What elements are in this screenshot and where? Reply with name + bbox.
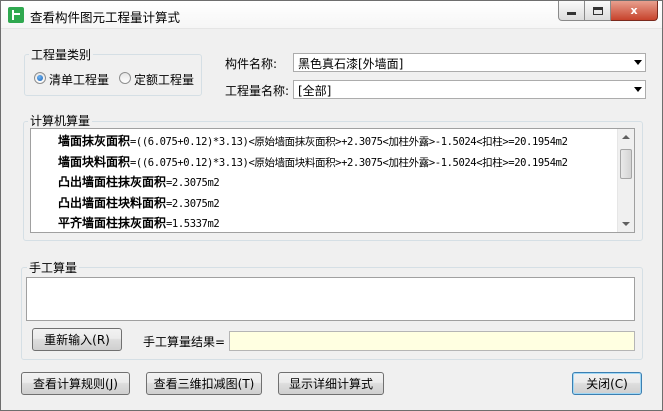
calc-line-formula: =2.3075m2 xyxy=(166,177,220,189)
view-3d-deduction-button[interactable]: 查看三维扣减图(T) xyxy=(146,372,262,395)
minimize-icon xyxy=(567,12,576,15)
component-name-select[interactable]: 黑色真石漆[外墙面] xyxy=(293,53,646,72)
maximize-icon xyxy=(592,6,603,15)
dialog-window: 查看构件图元工程量计算式 x 工程量类别 清单工程量 定额工程量 构件名称: 黑… xyxy=(0,0,663,411)
vertical-scrollbar[interactable] xyxy=(617,129,634,232)
quantity-name-select[interactable]: [全部] xyxy=(293,80,646,99)
manual-result-label: 手工算量结果= xyxy=(143,335,226,349)
calc-line: 平齐墙面柱抹灰面积=1.5337m2 xyxy=(58,213,618,232)
calc-line-name: 凸出墙面柱块料面积 xyxy=(58,195,167,210)
reinput-button[interactable]: 重新输入(R) xyxy=(32,328,122,351)
calc-line: 墙面块料面积=((6.075+0.12)*3.13)<原始墙面块料面积>+2.3… xyxy=(58,152,618,173)
manual-calc-group-label: 手工算量 xyxy=(27,259,80,276)
chevron-down-icon xyxy=(634,60,642,65)
window-title: 查看构件图元工程量计算式 xyxy=(30,10,181,25)
calc-line-formula: =2.3075m2 xyxy=(166,197,220,210)
component-name-value: 黑色真石漆[外墙面] xyxy=(298,57,404,71)
calc-line-formula: =((6.075+0.12)*3.13)<原始墙面抹灰面积>+2.3075<加柱… xyxy=(130,136,568,148)
calc-line-name: 平齐墙面柱抹灰面积 xyxy=(58,216,167,230)
close-window-button[interactable]: x xyxy=(611,1,658,21)
calc-line: 墙面抹灰面积=((6.075+0.12)*3.13)<原始墙面抹灰面积>+2.3… xyxy=(58,131,618,152)
calc-line: 凸出墙面柱块料面积=2.3075m2 xyxy=(58,193,618,214)
calc-line-formula: =((6.075+0.12)*3.13)<原始墙面块料面积>+2.3075<加柱… xyxy=(130,156,568,169)
component-name-label: 构件名称: xyxy=(225,57,278,71)
scroll-up-arrow-icon[interactable] xyxy=(622,135,630,139)
quantity-name-value: [全部] xyxy=(298,84,332,98)
close-icon: x xyxy=(630,4,638,17)
radio-list-quantity[interactable] xyxy=(34,72,46,84)
radio-list-quantity-label[interactable]: 清单工程量 xyxy=(49,71,109,88)
manual-calc-input[interactable] xyxy=(26,277,635,321)
calc-line-formula: =1.5337m2 xyxy=(166,218,220,230)
radio-quota-quantity[interactable] xyxy=(119,72,131,84)
calc-lines: 墙面抹灰面积=((6.075+0.12)*3.13)<原始墙面抹灰面积>+2.3… xyxy=(58,131,618,232)
maximize-button[interactable] xyxy=(585,1,611,21)
calc-line-name: 墙面抹灰面积 xyxy=(58,134,131,148)
chevron-down-icon xyxy=(634,87,642,92)
quantity-type-group-label: 工程量类别 xyxy=(29,46,94,63)
app-icon xyxy=(8,7,24,23)
radio-quota-quantity-label[interactable]: 定额工程量 xyxy=(134,71,194,88)
calc-line: 凸出墙面柱抹灰面积=2.3075m2 xyxy=(58,172,618,193)
calc-formula-list[interactable]: 墙面抹灰面积=((6.075+0.12)*3.13)<原始墙面抹灰面积>+2.3… xyxy=(30,128,635,233)
calc-line-name: 墙面块料面积 xyxy=(58,154,131,169)
manual-result-field[interactable] xyxy=(229,331,635,351)
view-calc-rules-button[interactable]: 查看计算规则(J) xyxy=(21,372,130,395)
minimize-button[interactable] xyxy=(558,1,585,21)
title-bar[interactable]: 查看构件图元工程量计算式 x xyxy=(1,1,662,29)
scroll-down-arrow-icon[interactable] xyxy=(622,222,630,226)
quantity-name-label: 工程量名称: xyxy=(225,84,290,98)
calc-line-name: 凸出墙面柱抹灰面积 xyxy=(58,175,167,189)
close-button[interactable]: 关闭(C) xyxy=(572,372,642,395)
computer-calc-group-label: 计算机算量 xyxy=(28,112,93,129)
scroll-thumb[interactable] xyxy=(620,149,632,179)
show-detail-formula-button[interactable]: 显示详细计算式 xyxy=(278,372,384,395)
